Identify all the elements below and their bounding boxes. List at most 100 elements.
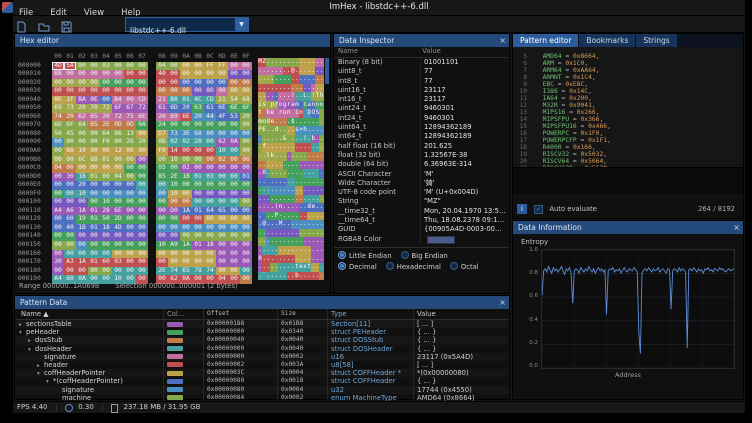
inspector-row[interactable]: uint64_t12894362189 (334, 123, 509, 132)
pattern-data-header: Name ▲Col...OffsetSizeTypeValue (15, 309, 509, 320)
radio-decimal[interactable]: Decimal (338, 263, 377, 271)
inspector-row[interactable]: Binary (8 bit)01001101 (334, 58, 509, 67)
radio-big-endian[interactable]: Big Endian (401, 252, 448, 260)
tab-strings[interactable]: Strings (636, 34, 676, 47)
pattern-color-swatch (167, 371, 183, 376)
radio-little-endian[interactable]: Little Endian (338, 252, 392, 260)
pattern-row[interactable]: ▾peHeader0x000000000x0340struct PEHeader… (15, 328, 509, 336)
inspector-row[interactable]: RGBA8 Color (334, 235, 509, 244)
pattern-editor-panel: Pattern editor Bookmarks Strings 5 AMD64… (512, 33, 744, 219)
close-icon[interactable]: × (499, 296, 506, 309)
inspector-col-name: Name (334, 47, 420, 55)
hex-scrollbar-thumb[interactable] (325, 58, 329, 84)
data-inspector-panel: Data Inspector × Name Value Binary (8 bi… (333, 33, 510, 294)
code-line[interactable]: 9 EBC = 0xEBC, (513, 77, 743, 84)
tree-arrow-icon[interactable]: ▾ (46, 378, 53, 385)
pattern-row[interactable]: signature0x000000800x0004u3217744 (0x455… (15, 386, 509, 394)
hex-scrollbar[interactable] (325, 58, 329, 280)
pattern-data-panel: Pattern Data × Name ▲Col...OffsetSizeTyp… (14, 295, 510, 400)
code-line[interactable]: 19 RISCV32 = 0x5032, (513, 147, 743, 154)
pattern-row[interactable]: ▾*(coffHeaderPointer)0x000000800x0018str… (15, 377, 509, 385)
inspector-col-value: Value (422, 47, 441, 55)
code-line[interactable]: 14 MIPSFPU = 0x366, (513, 112, 743, 119)
tree-arrow-icon[interactable]: ▾ (19, 329, 26, 336)
inspector-row[interactable]: ASCII Character'M' (334, 170, 509, 179)
pattern-editor-statusbar: i ✓ Auto evaluate 264 / 8192 (513, 202, 743, 216)
inspector-row[interactable]: uint24_t9460301 (334, 104, 509, 113)
chevron-down-icon[interactable]: ▼ (235, 18, 248, 31)
inspector-row[interactable]: __time32_tMon, 20.04.1970 13:51:41 (334, 207, 509, 216)
inspector-row[interactable]: float (32 bit)1.32567E-38 (334, 151, 509, 160)
pattern-row[interactable]: ▾coffHeaderPointer0x0000003C0x0004struct… (15, 369, 509, 377)
inspector-row[interactable]: Wide Character'婍' (334, 179, 509, 188)
entropy-chart[interactable] (541, 249, 735, 369)
code-line[interactable]: 13 MIPS16 = 0x266, (513, 105, 743, 112)
inspector-options: Little Endian Big Endian Decimal Hexadecim… (334, 247, 509, 273)
pattern-row[interactable]: ▸dosStub0x000000400x0040struct DOSStub{ … (15, 336, 509, 344)
tab-bookmarks[interactable]: Bookmarks (579, 34, 635, 47)
entropy-yticks: 1.00.80.60.40.20.0 (521, 247, 538, 369)
pattern-row[interactable]: ▾dosHeader0x000000000x0040struct DOSHead… (15, 345, 509, 353)
radio-hexadecimal[interactable]: Hexadecimal (386, 263, 441, 271)
tree-arrow-icon[interactable]: ▾ (28, 346, 35, 353)
code-line[interactable]: 16 POWERPC = 0x1F0, (513, 126, 743, 133)
pattern-color-swatch (167, 346, 183, 351)
data-information-panel: Data Information × Entropy 1.00.80.60.40… (512, 220, 744, 400)
code-line[interactable]: 10 I386 = 0x14C, (513, 84, 743, 91)
inspector-row[interactable]: __time64_tThu, 18.08.2378 09:16:29 (334, 216, 509, 225)
inspector-row[interactable]: UTF-8 code point'M' (U+0x004D) (334, 188, 509, 197)
imhex-logo (2, 2, 13, 13)
inspector-row[interactable]: int64_t12894362189 (334, 132, 509, 141)
pattern-row[interactable]: signature0x000000000x0002u1623117 (0x5A4… (15, 353, 509, 361)
inspector-row[interactable]: uint16_t23117 (334, 86, 509, 95)
code-line[interactable]: 7 ARM64 = 0xAA64, (513, 63, 743, 70)
code-line[interactable]: 8 ARMNT = 0x1C4, (513, 70, 743, 77)
tab-data-inspector[interactable]: Data Inspector × (334, 34, 509, 47)
code-line[interactable]: 20 RISCV64 = 0x5064, (513, 154, 743, 161)
code-line[interactable]: 12 M32R = 0x9041, (513, 98, 743, 105)
format-group: Decimal Hexadecimal Octal (338, 262, 505, 273)
tree-arrow-icon[interactable]: ▸ (19, 321, 26, 328)
tree-arrow-icon[interactable]: ▾ (37, 370, 44, 377)
memory-label: 237.18 MB / 31.95 GB (124, 403, 201, 411)
radio-octal[interactable]: Octal (450, 263, 479, 271)
fps-label: FPS 4.40 (17, 403, 48, 411)
tree-arrow-icon[interactable]: ▸ (37, 362, 44, 369)
file-select-dropdown[interactable]: libstdc++-6.dll ▼ (125, 17, 249, 32)
code-editor[interactable]: 5 AMD64 = 0x8664,6 ARM = 0x1C0,7 ARM64 =… (513, 47, 743, 167)
pattern-color-swatch (167, 379, 183, 384)
close-icon[interactable]: × (733, 221, 740, 234)
code-line[interactable]: 6 ARM = 0x1C0, (513, 56, 743, 63)
color-swatch (427, 236, 455, 244)
inspector-row[interactable]: GUID{00905A4D-0003-0000-0400-0000FFFF000… (334, 225, 509, 234)
auto-evaluate-label: Auto evaluate (549, 205, 597, 213)
tree-arrow-icon[interactable]: ▸ (28, 337, 35, 344)
pattern-console[interactable] (513, 167, 743, 194)
tab-pattern-data[interactable]: Pattern Data × (15, 296, 509, 309)
pattern-color-swatch (167, 387, 183, 392)
code-line[interactable]: 5 AMD64 = 0x8664, (513, 49, 743, 56)
inspector-row[interactable]: String"MZ" (334, 197, 509, 206)
close-icon[interactable]: × (499, 34, 506, 47)
tab-hex-editor[interactable]: Hex editor (15, 34, 330, 47)
pattern-row[interactable]: machine0x000000840x0002enum MachineTypeA… (15, 394, 509, 401)
code-line[interactable]: 17 POWERPCFP = 0x1F1, (513, 133, 743, 140)
inspector-row[interactable]: int24_t9460301 (334, 114, 509, 123)
inspector-row[interactable]: uint8_t77 (334, 67, 509, 76)
code-line[interactable]: 18 R4000 = 0x166, (513, 140, 743, 147)
inspector-row[interactable]: int8_t77 (334, 77, 509, 86)
hex-row[interactable]: 000190A4600A000010000000620A0000040000.`… (15, 271, 330, 280)
hex-editor-panel: Hex editor 000102030405060708090A0B0C0D0… (14, 33, 331, 294)
code-line[interactable]: 11 IA64 = 0x200, (513, 91, 743, 98)
inspector-row[interactable]: double (64 bit)6.36963E-314 (334, 160, 509, 169)
pattern-row[interactable]: ▸header0x000000020x003Au8[58][ ... ] (15, 361, 509, 369)
inspector-row[interactable]: half float (16 bit)201.625 (334, 142, 509, 151)
tab-pattern-editor[interactable]: Pattern editor (513, 34, 578, 47)
tab-data-information[interactable]: Data Information × (513, 221, 743, 234)
auto-evaluate-checkbox[interactable]: ✓ (534, 205, 543, 214)
pattern-row[interactable]: ▸sectionsTable0x000001880x01B8Section[11… (15, 320, 509, 328)
info-icon[interactable]: i (517, 204, 527, 214)
inspector-row[interactable]: int16_t23117 (334, 95, 509, 104)
task-progress-icon (65, 404, 73, 412)
code-line[interactable]: 15 MIPSFPU16 = 0x466, (513, 119, 743, 126)
